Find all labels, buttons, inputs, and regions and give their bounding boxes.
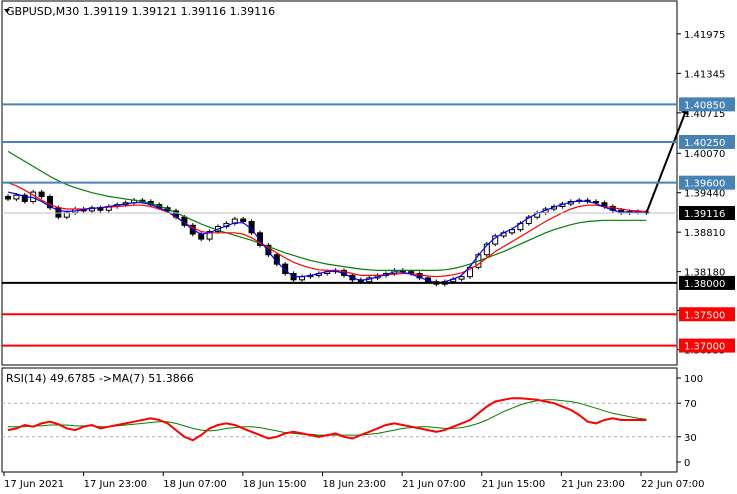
level-tag-label: 1.38000: [684, 279, 725, 290]
price-tick-label: 1.38810: [684, 228, 725, 239]
rsi-tick-label: 0: [684, 458, 690, 469]
rsi-info: RSI(14) 49.6785 ->MA(7) 51.3866: [6, 372, 194, 385]
price-tick-label: 1.41345: [684, 69, 725, 80]
price-tick-label: 1.40070: [684, 149, 725, 160]
rsi-tick-label: 30: [684, 433, 697, 444]
level-tag-label: 1.37000: [684, 342, 725, 353]
candle-body: [458, 276, 465, 280]
time-tick-label: 18 Jun 15:00: [243, 479, 307, 490]
level-labels: 1.40850 1.40250 1.39600 1.38000 1.37500 1.370…: [679, 97, 735, 353]
time-tick-label: 21 Jun 07:00: [402, 479, 466, 490]
symbol-info: GBPUSD,M30 1.39119 1.39121 1.39116 1.391…: [6, 5, 275, 18]
rsi-tick-label: 70: [684, 399, 697, 410]
candle-body: [38, 191, 45, 197]
candle-body: [240, 218, 247, 223]
time-tick-label: 18 Jun 07:00: [163, 479, 227, 490]
time-axis: 17 Jun 2021 17 Jun 23:00 18 Jun 07:00 18 Ju…: [3, 472, 705, 490]
price-tick-label: 1.41975: [684, 30, 725, 41]
level-tag-label: 1.37500: [684, 310, 725, 321]
trading-chart: 1.419751.413451.407151.400701.394401.388…: [1, 0, 735, 490]
level-tag-label: 1.40250: [684, 138, 725, 149]
current-price-label: 1.39116: [684, 209, 725, 220]
candle-body: [5, 195, 11, 200]
candle-body: [198, 233, 205, 240]
level-tag-label: 1.40850: [684, 100, 725, 111]
candle-body: [13, 194, 20, 200]
time-tick-label: 17 Jun 23:00: [84, 479, 148, 490]
time-tick-label: 21 Jun 15:00: [482, 479, 546, 490]
time-tick-label: 21 Jun 23:00: [561, 479, 625, 490]
time-tick-label: 17 Jun 2021: [4, 479, 64, 490]
rsi-tick-label: 100: [684, 374, 703, 385]
time-tick-label: 18 Jun 23:00: [323, 479, 387, 490]
price-tick-label: 1.39440: [684, 189, 725, 200]
level-tag-label: 1.39600: [684, 179, 725, 190]
time-tick-label: 22 Jun 07:00: [641, 479, 705, 490]
